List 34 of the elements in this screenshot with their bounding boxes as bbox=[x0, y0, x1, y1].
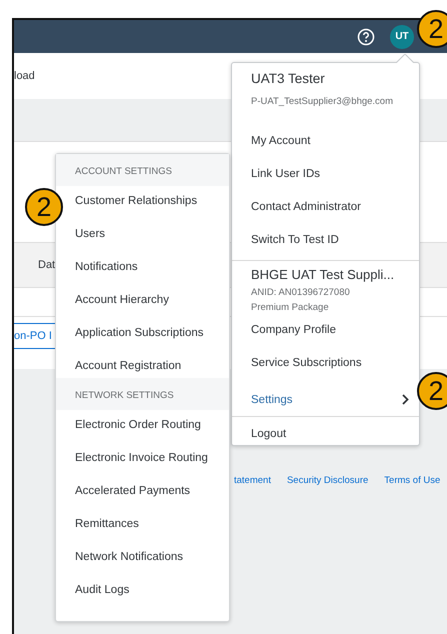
group-heading: ACCOUNT SETTINGS bbox=[56, 154, 229, 186]
footer-link[interactable]: Security Disclosure bbox=[286, 475, 368, 486]
menu-item[interactable]: Service Subscriptions bbox=[232, 350, 419, 383]
menu-item[interactable]: Audit Logs bbox=[75, 569, 130, 602]
user-name: UAT3 Tester bbox=[250, 71, 326, 88]
menu-item[interactable]: Link User IDs bbox=[232, 161, 419, 194]
menu-item[interactable]: My Account bbox=[232, 128, 419, 161]
anid-text: ANID: AN01396727080 bbox=[250, 287, 351, 300]
step-callout: 2 bbox=[417, 10, 447, 48]
menu-item[interactable]: Account Hierarchy bbox=[75, 279, 169, 312]
menu-item[interactable]: Accelerated Payments bbox=[75, 470, 190, 503]
menu-item[interactable]: Switch To Test ID bbox=[232, 227, 419, 260]
package-text: Premium Package bbox=[250, 302, 330, 315]
menu-item[interactable]: Company Profile bbox=[232, 317, 419, 350]
user-email: P-UAT_TestSupplier3@bhge.com bbox=[250, 95, 394, 109]
logout-item[interactable]: Logout bbox=[232, 421, 419, 454]
user-avatar[interactable]: UT bbox=[390, 24, 414, 48]
group-heading: NETWORK SETTINGS bbox=[56, 378, 229, 410]
column-header: Dat bbox=[38, 259, 56, 271]
menu-item[interactable]: Contact Administrator bbox=[232, 194, 419, 227]
menu-item[interactable]: Account Registration bbox=[75, 345, 182, 378]
footer-link[interactable]: Terms of Use bbox=[384, 475, 440, 486]
menu-item[interactable]: Notifications bbox=[75, 246, 138, 279]
menu-item[interactable]: Application Subscriptions bbox=[75, 312, 204, 345]
help-icon[interactable] bbox=[357, 28, 375, 46]
tab-label[interactable]: load bbox=[14, 70, 35, 82]
menu-item[interactable]: Network Notifications bbox=[75, 536, 184, 569]
company-name: BHGE UAT Test Suppli... bbox=[250, 266, 396, 284]
settings-menu-item[interactable]: Settings bbox=[232, 383, 419, 416]
menu-item[interactable]: Users bbox=[75, 213, 106, 246]
menu-item[interactable]: Electronic Invoice Routing bbox=[75, 437, 208, 470]
chevron-right-icon bbox=[402, 394, 409, 405]
menu-item[interactable]: Remittances bbox=[75, 503, 139, 536]
footer-link[interactable]: tatement bbox=[234, 475, 271, 486]
